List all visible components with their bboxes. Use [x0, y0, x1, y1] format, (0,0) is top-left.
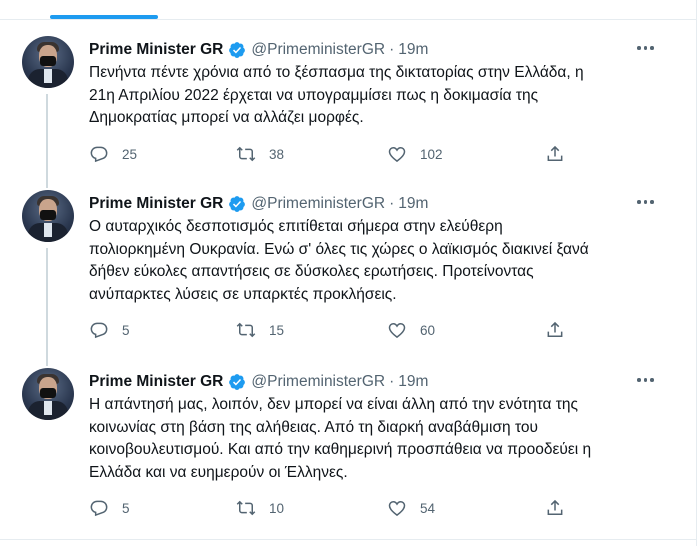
- like-count: 54: [420, 500, 436, 516]
- reply-count: 5: [122, 500, 130, 516]
- tweet[interactable]: Prime Minister GR @PrimeministerGR · 19m…: [0, 368, 697, 526]
- share-button[interactable]: [545, 498, 565, 518]
- like-count: 102: [420, 146, 443, 162]
- tweet-header: Prime Minister GR @PrimeministerGR · 19m: [89, 194, 428, 214]
- tweet-text-line: Ο αυταρχικός δεσποτισμός επιτίθεται σήμε…: [89, 218, 503, 235]
- share-icon: [547, 145, 563, 161]
- separator: ·: [389, 195, 395, 212]
- verified-badge-icon: [229, 42, 246, 58]
- retweet-count: 38: [269, 146, 285, 162]
- timeline-frame: Prime Minister GR @PrimeministerGR · 19m…: [0, 0, 697, 546]
- tweet-text: Ο αυταρχικός δεσποτισμός επιτίθεται σήμε…: [89, 216, 669, 306]
- display-name[interactable]: Prime Minister GR: [89, 195, 223, 213]
- like-button[interactable]: 102: [387, 144, 443, 164]
- tweet[interactable]: Prime Minister GR @PrimeministerGR · 19m…: [0, 36, 697, 166]
- tweet-header: Prime Minister GR @PrimeministerGR · 19m: [89, 40, 428, 60]
- display-name[interactable]: Prime Minister GR: [89, 373, 223, 391]
- like-count: 60: [420, 322, 436, 338]
- like-button[interactable]: 54: [387, 498, 435, 518]
- heart-icon: [388, 322, 406, 339]
- tweet-text-line: πολιορκημένη Ουκρανία. Ενώ σ' όλες τις χ…: [89, 240, 589, 258]
- retweet-button[interactable]: 10: [236, 498, 284, 518]
- tweet-text-line: κοινωνίας στη βάση της αλήθειας. Από τη …: [89, 418, 538, 436]
- retweet-icon: [236, 500, 256, 516]
- verified-badge-icon: [229, 196, 246, 212]
- tweet-text-line: 21η Απριλίου 2022 έρχεται να υπογραμμίσε…: [89, 86, 539, 104]
- avatar[interactable]: [22, 368, 74, 420]
- reply-count: 25: [122, 146, 138, 162]
- tweet-text-line: Δημοκρατίας μπορεί να αλλάζει μορφές.: [89, 109, 364, 127]
- handle[interactable]: @PrimeministerGR: [251, 195, 385, 213]
- more-options-icon[interactable]: [637, 42, 659, 54]
- share-icon: [547, 499, 563, 515]
- retweet-button[interactable]: 38: [236, 144, 284, 164]
- share-icon: [547, 321, 563, 337]
- tweet-text-line: Ελλάδα και να ευημερούν οι Έλληνες.: [89, 463, 348, 481]
- reply-icon: [90, 146, 108, 163]
- tweet-text-line: Η απάντησή μας, λοιπόν, δεν μπορεί να εί…: [89, 396, 578, 413]
- reply-icon: [90, 322, 108, 339]
- retweet-count: 10: [269, 500, 285, 516]
- tweet-text-line: δήθεν εύκολες απαντήσεις σε δύσκολες ερω…: [89, 263, 534, 281]
- reply-button[interactable]: 5: [89, 320, 130, 340]
- share-button[interactable]: [545, 144, 565, 164]
- divider: [0, 19, 696, 20]
- share-button[interactable]: [545, 320, 565, 340]
- handle[interactable]: @PrimeministerGR: [251, 41, 385, 59]
- like-button[interactable]: 60: [387, 320, 435, 340]
- tweet-text-line: ανύπαρκτες λύσεις σε υπαρκτές προκλήσεις…: [89, 285, 397, 303]
- heart-icon: [388, 146, 406, 163]
- timestamp[interactable]: 19m: [398, 195, 428, 213]
- separator: ·: [389, 41, 395, 58]
- tweet-header: Prime Minister GR @PrimeministerGR · 19m: [89, 372, 428, 392]
- display-name[interactable]: Prime Minister GR: [89, 41, 223, 59]
- avatar[interactable]: [22, 36, 74, 88]
- tweet[interactable]: Prime Minister GR @PrimeministerGR · 19m…: [0, 190, 697, 348]
- tweet-text-line: κοινοβουλευτισμού. Και από την καθημεριν…: [89, 441, 592, 459]
- reply-icon: [90, 500, 108, 517]
- reply-button[interactable]: 5: [89, 498, 130, 518]
- retweet-icon: [236, 146, 256, 162]
- timestamp[interactable]: 19m: [398, 373, 428, 391]
- timestamp[interactable]: 19m: [398, 41, 428, 59]
- divider: [0, 539, 696, 540]
- reply-button[interactable]: 25: [89, 144, 137, 164]
- retweet-button[interactable]: 15: [236, 320, 284, 340]
- more-options-icon[interactable]: [637, 374, 659, 386]
- verified-badge-icon: [229, 374, 246, 390]
- retweet-count: 15: [269, 322, 285, 338]
- handle[interactable]: @PrimeministerGR: [251, 373, 385, 391]
- heart-icon: [388, 500, 406, 517]
- avatar[interactable]: [22, 190, 74, 242]
- separator: ·: [389, 373, 395, 390]
- retweet-icon: [236, 322, 256, 338]
- tweet-text: Πενήντα πέντε χρόνια από το ξέσπασμα της…: [89, 62, 669, 130]
- tweet-text-line: Πενήντα πέντε χρόνια από το ξέσπασμα της…: [89, 64, 584, 81]
- more-options-icon[interactable]: [637, 196, 659, 208]
- reply-count: 5: [122, 322, 130, 338]
- tweet-text: Η απάντησή μας, λοιπόν, δεν μπορεί να εί…: [89, 394, 669, 484]
